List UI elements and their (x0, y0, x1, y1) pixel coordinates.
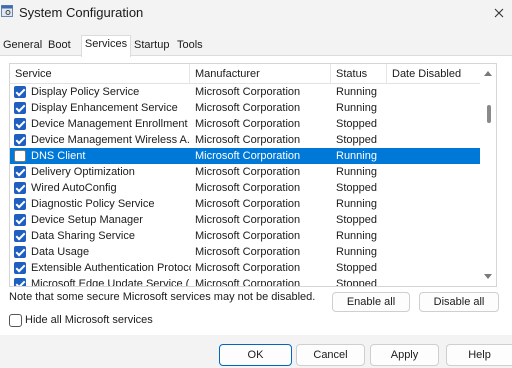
service-status: Stopped (336, 262, 377, 274)
service-manufacturer: Microsoft Corporation (195, 166, 301, 178)
scroll-down-icon[interactable] (484, 274, 492, 279)
scroll-up-icon[interactable] (484, 71, 492, 76)
header-service[interactable]: Service (15, 64, 52, 84)
table-row[interactable]: Data Usage Microsoft Corporation Running (10, 244, 480, 260)
service-manufacturer: Microsoft Corporation (195, 86, 301, 98)
service-status: Stopped (336, 182, 377, 194)
settings-window-icon (1, 5, 13, 17)
service-checkbox[interactable] (14, 278, 26, 286)
service-checkbox[interactable] (14, 182, 26, 194)
window-title: System Configuration (19, 5, 144, 20)
service-status: Stopped (336, 118, 377, 130)
table-row[interactable]: Device Setup Manager Microsoft Corporatio… (10, 212, 480, 228)
scrollbar-thumb[interactable] (487, 105, 491, 123)
enable-all-button[interactable]: Enable all (332, 292, 410, 312)
list-header: Service Manufacturer Status Date Disable… (10, 64, 480, 84)
service-status: Stopped (336, 134, 377, 146)
service-manufacturer: Microsoft Corporation (195, 198, 301, 210)
disable-all-button[interactable]: Disable all (419, 292, 499, 312)
tab-general[interactable]: General (1, 37, 44, 55)
service-name: Display Policy Service (31, 86, 140, 98)
service-status: Running (336, 246, 377, 258)
table-row[interactable]: Device Management Enrollment ... Microsof… (10, 116, 480, 132)
service-checkbox[interactable] (14, 198, 26, 210)
service-status: Stopped (336, 278, 377, 287)
service-manufacturer: Microsoft Corporation (195, 214, 301, 226)
table-row[interactable]: Diagnostic Policy Service Microsoft Corpo… (10, 196, 480, 212)
table-row[interactable]: Device Management Wireless A... Microsoft… (10, 132, 480, 148)
service-status: Running (336, 166, 377, 178)
vertical-scrollbar[interactable] (481, 64, 496, 286)
service-checkbox[interactable] (14, 118, 26, 130)
table-row[interactable]: Display Policy Service Microsoft Corporat… (10, 84, 480, 100)
service-manufacturer: Microsoft Corporation (195, 118, 301, 130)
header-divider[interactable] (189, 64, 190, 84)
hide-microsoft-services-checkbox[interactable] (9, 314, 22, 327)
header-divider[interactable] (330, 64, 331, 84)
service-checkbox[interactable] (14, 86, 26, 98)
service-manufacturer: Microsoft Corporation (195, 230, 301, 242)
list-rows: Display Policy Service Microsoft Corporat… (10, 84, 480, 287)
service-name: Extensible Authentication Protocol (31, 262, 191, 274)
tab-tools[interactable]: Tools (175, 37, 205, 55)
service-status: Running (336, 198, 377, 210)
service-name: Wired AutoConfig (31, 182, 117, 194)
service-manufacturer: Microsoft Corporation (195, 134, 301, 146)
service-status: Running (336, 102, 377, 114)
header-status[interactable]: Status (336, 64, 367, 84)
table-row[interactable]: Microsoft Edge Update Service ( Microsoft… (10, 276, 480, 287)
table-row[interactable]: Data Sharing Service Microsoft Corporatio… (10, 228, 480, 244)
service-status: Stopped (336, 214, 377, 226)
services-list[interactable]: Service Manufacturer Status Date Disable… (9, 63, 497, 287)
service-checkbox[interactable] (14, 262, 26, 274)
service-manufacturer: Microsoft Corporation (195, 262, 301, 274)
service-manufacturer: Microsoft Corporation (195, 278, 301, 287)
service-name: Display Enhancement Service (31, 102, 178, 114)
close-icon (494, 8, 504, 18)
service-status: Running (336, 230, 377, 242)
title-bar: System Configuration (0, 0, 512, 28)
ok-button[interactable]: OK (219, 344, 292, 366)
header-divider[interactable] (386, 64, 387, 84)
close-button[interactable] (490, 4, 508, 22)
service-name: Delivery Optimization (31, 166, 135, 178)
header-date-disabled[interactable]: Date Disabled (392, 64, 461, 84)
service-name: Microsoft Edge Update Service ( (31, 278, 190, 287)
service-name: Data Usage (31, 246, 90, 258)
service-name: Device Setup Manager (31, 214, 143, 226)
service-name: Device Management Wireless A... (31, 134, 191, 146)
tab-strip: General Boot Services Startup Tools (0, 35, 512, 57)
tab-services[interactable]: Services (81, 35, 131, 57)
service-manufacturer: Microsoft Corporation (195, 102, 301, 114)
service-name: Device Management Enrollment ... (31, 118, 191, 130)
tab-boot[interactable]: Boot (46, 37, 73, 55)
service-status: Running (336, 150, 377, 162)
table-row[interactable]: Display Enhancement Service Microsoft Cor… (10, 100, 480, 116)
service-checkbox[interactable] (14, 150, 26, 162)
service-status: Running (336, 86, 377, 98)
secure-services-note: Note that some secure Microsoft services… (9, 291, 316, 303)
service-name: DNS Client (31, 150, 86, 162)
service-checkbox[interactable] (14, 246, 26, 258)
service-name: Data Sharing Service (31, 230, 135, 242)
service-manufacturer: Microsoft Corporation (195, 150, 301, 162)
table-row[interactable]: Wired AutoConfig Microsoft Corporation Sto… (10, 180, 480, 196)
service-name: Diagnostic Policy Service (31, 198, 155, 210)
help-button[interactable]: Help (446, 344, 512, 366)
service-checkbox[interactable] (14, 230, 26, 242)
hide-microsoft-services-label[interactable]: Hide all Microsoft services (25, 314, 153, 326)
table-row[interactable]: Delivery Optimization Microsoft Corporati… (10, 164, 480, 180)
service-checkbox[interactable] (14, 214, 26, 226)
service-manufacturer: Microsoft Corporation (195, 246, 301, 258)
service-checkbox[interactable] (14, 134, 26, 146)
service-checkbox[interactable] (14, 102, 26, 114)
apply-button[interactable]: Apply (370, 344, 439, 366)
table-row[interactable]: Extensible Authentication Protocol Micros… (10, 260, 480, 276)
tab-startup[interactable]: Startup (132, 37, 171, 55)
service-manufacturer: Microsoft Corporation (195, 182, 301, 194)
header-manufacturer[interactable]: Manufacturer (195, 64, 260, 84)
service-checkbox[interactable] (14, 166, 26, 178)
cancel-button[interactable]: Cancel (296, 344, 365, 366)
table-row[interactable]: DNS Client Microsoft Corporation Running (10, 148, 480, 164)
